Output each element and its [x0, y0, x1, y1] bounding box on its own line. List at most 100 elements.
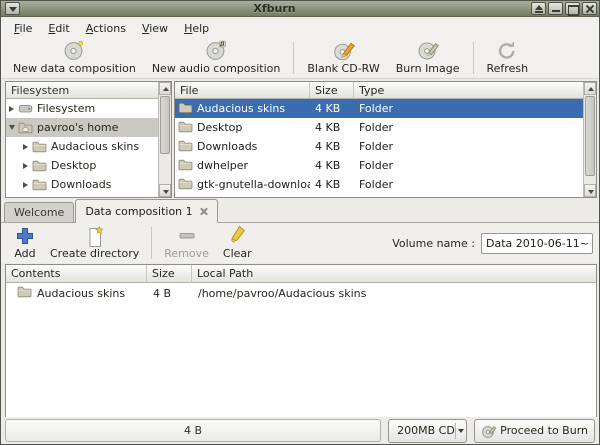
minimize-icon[interactable]	[548, 2, 563, 15]
column-header-size[interactable]: Size	[147, 265, 192, 283]
menu-actions[interactable]: Actions	[78, 20, 134, 37]
contents-panel: Contents Size Local Path Audacious skins…	[5, 264, 597, 418]
file-row[interactable]: gtk-gnutella-downloads 4 KB Folder	[175, 175, 585, 194]
menu-edit[interactable]: Edit	[40, 20, 77, 37]
expander-icon[interactable]	[6, 106, 17, 112]
volume-name-group: Volume name :	[392, 224, 593, 262]
expander-icon[interactable]	[6, 125, 17, 130]
remove-minus-icon	[176, 225, 198, 247]
file-list-scrollbar[interactable]	[583, 82, 596, 197]
refresh-button[interactable]: Refresh	[479, 39, 537, 77]
tab-data-composition-1[interactable]: Data composition 1	[75, 199, 217, 223]
filesystem-column-header[interactable]: Filesystem	[6, 82, 160, 99]
column-header-type[interactable]: Type	[354, 82, 585, 99]
drive-icon	[18, 102, 33, 115]
blank-cdrw-icon	[332, 38, 356, 62]
disc-size-combo[interactable]: 200MB CD	[388, 419, 467, 443]
tree-item-audacious-skins[interactable]: Audacious skins	[6, 137, 160, 156]
menu-view[interactable]: View	[134, 20, 176, 37]
column-header-local-path[interactable]: Local Path	[192, 265, 596, 283]
file-type: Folder	[354, 178, 585, 191]
comp-button-label: Create directory	[50, 247, 139, 260]
tab-label: Welcome	[14, 206, 64, 219]
file-row[interactable]: dwhelper 4 KB Folder	[175, 156, 585, 175]
filesystem-tree: Filesystem pavroo's home Audacious skins…	[6, 99, 160, 198]
file-list-panel: File Size Type Audacious skins 4 KB Fold…	[174, 81, 597, 198]
scrollbar-thumb[interactable]	[160, 96, 170, 154]
tree-item-pavroos-home[interactable]: pavroo's home	[6, 118, 160, 137]
tree-item-desktop[interactable]: Desktop	[6, 156, 160, 175]
scroll-down-icon[interactable]	[159, 184, 171, 197]
burn-disc-icon	[481, 423, 497, 439]
toolbar-button-label: New audio composition	[152, 62, 281, 75]
file-name: Downloads	[197, 140, 257, 153]
tree-item-filesystem[interactable]: Filesystem	[6, 99, 160, 118]
comp-button-label: Add	[14, 247, 35, 260]
window-title: Xfburn	[20, 1, 529, 16]
tree-item-label: Desktop	[51, 159, 96, 172]
tree-item-downloads[interactable]: Downloads	[6, 175, 160, 194]
expander-icon[interactable]	[20, 182, 31, 188]
filesystem-scrollbar[interactable]	[158, 82, 171, 197]
file-size: 4 KB	[310, 140, 354, 153]
xfburn-window: Xfburn File Edit Actions View Help New d…	[0, 0, 600, 445]
file-name: gtk-gnutella-downloads	[197, 178, 310, 191]
file-row[interactable]: Desktop 4 KB Folder	[175, 118, 585, 137]
toolbar-button-label: New data composition	[13, 62, 136, 75]
blank-cdrw-button[interactable]: Blank CD-RW	[299, 39, 387, 77]
column-header-contents[interactable]: Contents	[6, 265, 147, 283]
tree-item-label: pavroo's home	[37, 121, 118, 134]
disc-usage-label: 4 B	[184, 424, 202, 437]
proceed-to-burn-label: Proceed to Burn	[500, 424, 588, 437]
chevron-down-icon[interactable]	[455, 429, 466, 433]
menu-file[interactable]: File	[6, 20, 40, 37]
folder-icon	[32, 159, 47, 172]
clear-button[interactable]: Clear	[216, 224, 259, 262]
tab-welcome[interactable]: Welcome	[4, 202, 74, 222]
scrollbar-thumb[interactable]	[585, 96, 595, 176]
expander-icon[interactable]	[20, 163, 31, 169]
folder-icon	[178, 158, 193, 174]
statusbar: 4 B 200MB CD Proceed to Burn	[1, 417, 599, 444]
comp-button-label: Clear	[223, 247, 252, 260]
tree-item-label: Audacious skins	[51, 140, 139, 153]
new-audio-composition-button[interactable]: New audio composition	[144, 39, 289, 77]
file-row[interactable]: Downloads 4 KB Folder	[175, 137, 585, 156]
scroll-up-icon[interactable]	[584, 82, 596, 95]
tab-close-icon[interactable]	[199, 207, 208, 216]
titlebar[interactable]: Xfburn	[1, 1, 599, 17]
burn-image-button[interactable]: Burn Image	[388, 39, 468, 77]
volume-name-label: Volume name :	[392, 237, 475, 250]
maximize-icon[interactable]	[565, 2, 580, 15]
add-button[interactable]: Add	[7, 224, 43, 262]
create-directory-button[interactable]: Create directory	[43, 224, 146, 262]
file-name: dwhelper	[197, 159, 248, 172]
scroll-up-icon[interactable]	[159, 82, 171, 95]
remove-button[interactable]: Remove	[157, 224, 216, 262]
scroll-down-icon[interactable]	[584, 184, 596, 197]
new-data-composition-button[interactable]: New data composition	[5, 39, 144, 77]
contents-row[interactable]: Audacious skins 4 B /home/pavroo/Audacio…	[6, 283, 596, 303]
column-header-file[interactable]: File	[175, 82, 310, 99]
file-row[interactable]: Audacious skins 4 KB Folder	[175, 99, 585, 118]
close-icon[interactable]	[582, 2, 597, 15]
toolbar-button-label: Blank CD-RW	[307, 62, 379, 75]
folder-icon	[178, 177, 193, 193]
window-menu-icon[interactable]	[5, 2, 20, 15]
toolbar-separator	[151, 227, 152, 259]
menu-help[interactable]: Help	[176, 20, 217, 37]
composition-toolbar: Add Create directory Remove Clear Volume…	[1, 223, 599, 263]
folder-icon	[32, 140, 47, 153]
column-header-size[interactable]: Size	[310, 82, 354, 99]
toolbar-button-label: Burn Image	[396, 62, 460, 75]
toolbar-separator	[293, 42, 294, 74]
expander-icon[interactable]	[20, 144, 31, 150]
toolbar-button-label: Refresh	[487, 62, 529, 75]
folder-icon	[178, 139, 193, 155]
proceed-to-burn-button[interactable]: Proceed to Burn	[474, 419, 595, 443]
folder-icon	[17, 285, 32, 301]
contents-name: Audacious skins	[37, 287, 125, 300]
volume-name-input[interactable]	[481, 233, 593, 254]
add-plus-icon	[14, 225, 36, 247]
shade-icon[interactable]	[531, 2, 546, 15]
